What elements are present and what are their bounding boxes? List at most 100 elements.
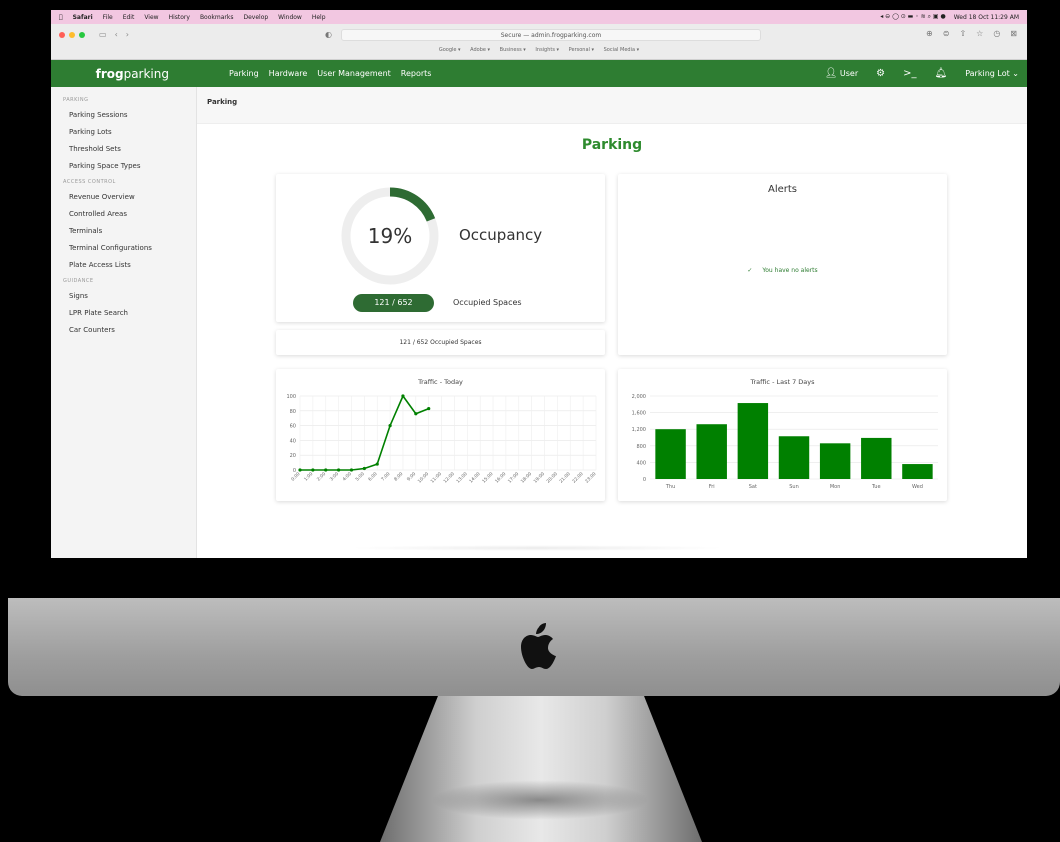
lot-selector[interactable]: Parking Lot ⌄: [965, 69, 1019, 78]
bookmark-folder[interactable]: Social Media ▾: [604, 47, 640, 53]
forward-icon[interactable]: ›: [126, 30, 129, 39]
sidebar: PARKING Parking Sessions Parking Lots Th…: [51, 87, 197, 558]
sidebar-item-car-counters[interactable]: Car Counters: [51, 322, 196, 339]
bookmark-folder[interactable]: Business ▾: [500, 47, 526, 53]
traffic-today-chart: 0204060801000:00 1:00 2:00 3:00 4:00 5:00 6:00…: [286, 394, 598, 485]
close-window-button[interactable]: [59, 32, 65, 38]
sidebar-item-lpr-plate-search[interactable]: LPR Plate Search: [51, 305, 196, 322]
x-tick-label: 18:00: [520, 471, 534, 485]
menu-file[interactable]: File: [103, 14, 113, 21]
favorites-bar: Google ▾ Adobe ▾ Business ▾ Insights ▾ P…: [51, 47, 1027, 53]
y-tick-label: 80: [290, 409, 296, 415]
nav-hardware[interactable]: Hardware: [269, 69, 308, 78]
menu-bookmarks[interactable]: Bookmarks: [200, 14, 234, 21]
breadcrumb: Parking: [197, 87, 1027, 124]
traffic-today-card: Traffic - Today 0 20 40 60 80 100 0:00 1:00 2:00…: [276, 369, 605, 501]
sidebar-item-terminal-configurations[interactable]: Terminal Configurations: [51, 240, 196, 257]
sidebar-item-parking-space-types[interactable]: Parking Space Types: [51, 158, 196, 175]
apple-menu-icon[interactable]: : [59, 14, 63, 21]
imac-mockup:  Safari File Edit View History Bookmark…: [0, 0, 1060, 842]
bar: [737, 403, 769, 479]
occupancy-percent: 19%: [367, 224, 413, 248]
x-tick-label: 14:00: [468, 471, 482, 485]
zoom-window-button[interactable]: [79, 32, 85, 38]
bookmark-folder[interactable]: Insights ▾: [535, 47, 559, 53]
sidebar-item-revenue-overview[interactable]: Revenue Overview: [51, 189, 196, 206]
browser-nav: ▭ ‹ ›: [99, 30, 129, 39]
bookmark-star-icon[interactable]: ☆: [976, 29, 983, 38]
alerts-message: ✓ You have no alerts: [618, 267, 947, 274]
gear-icon[interactable]: ⚙: [876, 68, 885, 79]
sidebar-item-parking-sessions[interactable]: Parking Sessions: [51, 107, 196, 124]
y-tick-label: 60: [290, 424, 296, 430]
menu-safari[interactable]: Safari: [73, 14, 93, 21]
occupancy-label: Occupancy: [459, 226, 543, 244]
terminal-icon[interactable]: >_: [903, 68, 916, 79]
nav-parking[interactable]: Parking: [229, 69, 259, 78]
x-tick-label: 21:00: [558, 471, 572, 485]
x-tick-label: Sun: [789, 484, 799, 490]
nav-user-management[interactable]: User Management: [317, 69, 390, 78]
x-tick-label: 1:00: [303, 471, 314, 482]
sidebar-item-threshold-sets[interactable]: Threshold Sets: [51, 141, 196, 158]
sidebar-item-terminals[interactable]: Terminals: [51, 223, 196, 240]
data-point: [388, 424, 392, 428]
x-tick-label: 4:00: [342, 471, 353, 482]
bookmark-folder[interactable]: Google ▾: [439, 47, 461, 53]
menu-develop[interactable]: Develop: [243, 14, 268, 21]
checkmark-icon: ✓: [747, 267, 753, 274]
status-icons[interactable]: ◂ ⊖ ◯ ⊙ ▬ ◦ ≋ ⌕ ▣ ●: [880, 13, 945, 21]
traffic-week-card: Traffic - Last 7 Days 0 400 800 1,200 1,600 2…: [618, 369, 947, 501]
lot-selector-label: Parking Lot: [965, 69, 1010, 78]
x-tick-label: 3:00: [329, 471, 340, 482]
bell-icon[interactable]: 🔔︎: [934, 68, 947, 79]
back-icon[interactable]: ‹: [115, 30, 118, 39]
brand-logo[interactable]: frogparking: [51, 67, 197, 81]
app-body: PARKING Parking Sessions Parking Lots Th…: [51, 87, 1027, 558]
sidebar-item-signs[interactable]: Signs: [51, 288, 196, 305]
x-tick-label: 11:00: [430, 471, 444, 485]
address-bar[interactable]: Secure — admin.frogparking.com: [341, 29, 761, 41]
user-icon: 👤︎: [824, 68, 838, 79]
alerts-title: Alerts: [767, 184, 797, 195]
extensions-icon[interactable]: ⊜: [943, 29, 950, 38]
x-tick-label: 6:00: [367, 471, 378, 482]
bar: [902, 464, 933, 479]
x-tick-label: 23:00: [584, 471, 598, 485]
y-tick-label: 1,200: [632, 427, 646, 433]
occupied-summary-card: 121 / 652 Occupied Spaces: [276, 330, 605, 355]
data-point: [401, 394, 405, 398]
brand-light: parking: [123, 66, 169, 81]
y-tick-label: 2,000: [632, 394, 646, 400]
bookmark-folder[interactable]: Adobe ▾: [470, 47, 490, 53]
x-tick-label: Thu: [665, 484, 675, 490]
menu-edit[interactable]: Edit: [123, 14, 135, 21]
menu-history[interactable]: History: [169, 14, 190, 21]
alerts-card: Alerts ✓ You have no alerts: [618, 174, 947, 355]
safari-toolbar-actions: ⊕ ⊜ ⇧ ☆ ◷ ⊠: [926, 29, 1017, 38]
data-point: [427, 406, 431, 411]
menu-view[interactable]: View: [144, 14, 158, 21]
menubar-clock[interactable]: Wed 18 Oct 11:29 AM: [954, 14, 1019, 21]
history-icon[interactable]: ◷: [993, 29, 1000, 38]
data-point: [311, 468, 315, 472]
minimize-window-button[interactable]: [69, 32, 75, 38]
share-icon[interactable]: ⇧: [959, 29, 966, 38]
tabs-overview-icon[interactable]: ⊠: [1010, 29, 1017, 38]
sidebar-item-plate-access-lists[interactable]: Plate Access Lists: [51, 257, 196, 274]
x-tick-label: 16:00: [494, 471, 508, 485]
user-menu[interactable]: 👤︎ User: [825, 68, 858, 79]
bookmark-folder[interactable]: Personal ▾: [569, 47, 594, 53]
download-icon[interactable]: ⊕: [926, 29, 933, 38]
bar: [778, 436, 810, 479]
nav-reports[interactable]: Reports: [401, 69, 432, 78]
privacy-shield-icon[interactable]: ◐: [325, 30, 332, 39]
sidebar-toggle-icon[interactable]: ▭: [99, 30, 107, 39]
bar: [819, 443, 851, 479]
menu-help[interactable]: Help: [312, 14, 326, 21]
menu-window[interactable]: Window: [278, 14, 302, 21]
footer-shadow: [347, 545, 727, 551]
sidebar-item-controlled-areas[interactable]: Controlled Areas: [51, 206, 196, 223]
sidebar-item-parking-lots[interactable]: Parking Lots: [51, 124, 196, 141]
y-tick-label: 800: [636, 444, 646, 450]
